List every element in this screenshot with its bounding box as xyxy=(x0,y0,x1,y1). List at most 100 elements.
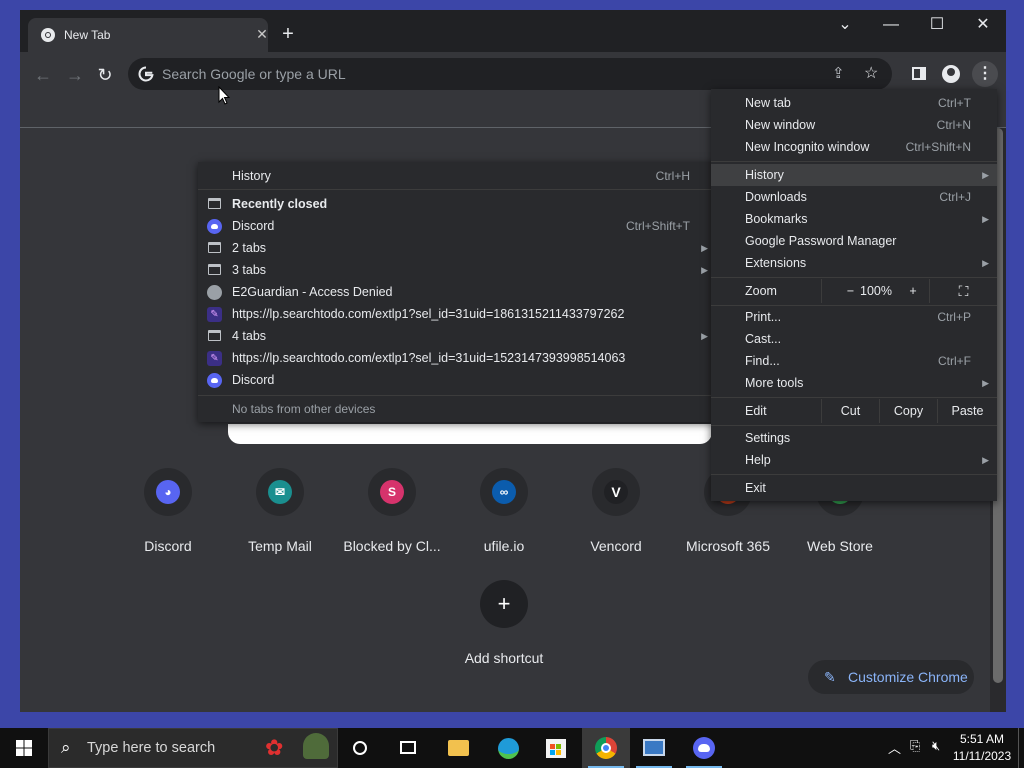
menu-item-downloads[interactable]: Downloads Ctrl+J xyxy=(711,186,997,208)
taskbar-clock[interactable]: 5:51 AM 11/11/2023 xyxy=(952,731,1012,765)
file-explorer-button[interactable] xyxy=(434,728,482,768)
submenu-arrow-icon: ▶ xyxy=(982,170,989,180)
taskbar-search-input[interactable] xyxy=(87,729,257,767)
google-g-icon xyxy=(138,66,154,82)
link-icon: ✎ xyxy=(207,307,222,322)
menu-item-new-window[interactable]: New window Ctrl+N xyxy=(711,114,997,136)
shortcut-vencord[interactable]: V Vencord xyxy=(560,468,672,568)
chrome-icon xyxy=(595,737,617,759)
show-hidden-icons-icon[interactable]: ︿ xyxy=(888,738,901,757)
paste-button[interactable]: Paste xyxy=(937,399,997,423)
history-menu-item[interactable]: History Ctrl+H xyxy=(198,165,716,187)
mouse-cursor-icon xyxy=(218,86,230,105)
menu-item-print[interactable]: Print... Ctrl+P xyxy=(711,306,997,328)
chrome-favicon-icon xyxy=(41,28,55,42)
discord-icon xyxy=(693,737,715,759)
menu-item-edit: Edit Cut Copy Paste xyxy=(711,399,997,423)
close-window-button[interactable]: ✕ xyxy=(960,10,1006,42)
taskbar: ⌕ ✿ ︿ ⎘ 🔇 xyxy=(0,728,1024,768)
side-panel-icon[interactable] xyxy=(912,67,926,80)
share-icon[interactable]: ⇪ xyxy=(832,64,845,82)
menu-item-bookmarks[interactable]: Bookmarks ▶ xyxy=(711,208,997,230)
chrome-taskbar-button[interactable] xyxy=(582,728,630,768)
submenu-arrow-icon: ▶ xyxy=(982,214,989,224)
history-item[interactable]: Discord Ctrl+Shift+T xyxy=(198,215,716,237)
tab-close-icon[interactable]: ✕ xyxy=(252,24,272,44)
cut-button[interactable]: Cut xyxy=(821,399,879,423)
shortcut-label: Discord xyxy=(144,538,192,554)
submenu-arrow-icon: ▶ xyxy=(701,331,708,341)
bookmark-star-icon[interactable]: ☆ xyxy=(864,63,878,83)
task-view-button[interactable] xyxy=(384,728,432,768)
menu-item-new-incognito[interactable]: New Incognito window Ctrl+Shift+N xyxy=(711,136,997,158)
tab-new-tab[interactable]: New Tab ✕ xyxy=(28,18,268,52)
fullscreen-icon[interactable]: ⛶ xyxy=(929,279,997,303)
menu-item-zoom: Zoom − 100% + ⛶ xyxy=(711,279,997,303)
taskbar-search[interactable]: ⌕ ✿ xyxy=(48,728,338,768)
omnibox[interactable]: ⇪ ☆ xyxy=(128,58,892,90)
add-shortcut-button[interactable]: + Add shortcut xyxy=(448,580,560,680)
chrome-menu-icon[interactable]: ⋮ xyxy=(972,61,998,87)
shortcut-label: ufile.io xyxy=(483,538,525,554)
history-item[interactable]: 2 tabs ▶ xyxy=(198,237,716,259)
zoom-in-button[interactable]: + xyxy=(899,279,927,303)
menu-item-settings[interactable]: Settings xyxy=(711,427,997,449)
menu-item-help[interactable]: Help ▶ xyxy=(711,449,997,471)
tab-icon xyxy=(208,264,221,275)
cortana-button[interactable] xyxy=(336,728,384,768)
search-box-edge xyxy=(228,424,712,444)
back-icon[interactable]: ← xyxy=(32,64,54,86)
start-button[interactable] xyxy=(0,728,48,768)
reload-icon[interactable]: ↻ xyxy=(94,64,116,86)
pencil-icon: ✎ xyxy=(824,669,836,685)
show-desktop-button[interactable] xyxy=(1018,728,1024,768)
search-highlight-icon: ✿ xyxy=(265,735,284,760)
menu-item-exit[interactable]: Exit xyxy=(711,477,997,499)
globe-icon xyxy=(207,285,222,300)
tab-title: New Tab xyxy=(64,28,111,42)
customize-chrome-button[interactable]: ✎ Customize Chrome xyxy=(808,660,974,694)
zoom-level: 100% xyxy=(860,284,892,298)
history-item[interactable]: Discord xyxy=(198,369,716,391)
menu-item-password-manager[interactable]: Google Password Manager xyxy=(711,230,997,252)
menu-item-new-tab[interactable]: New tab Ctrl+T xyxy=(711,92,997,114)
forward-icon[interactable]: → xyxy=(64,64,86,86)
copy-button[interactable]: Copy xyxy=(879,399,937,423)
tab-icon xyxy=(208,242,221,253)
discord-icon xyxy=(207,373,222,388)
submenu-arrow-icon: ▶ xyxy=(982,258,989,268)
history-item[interactable]: ✎ https://lp.searchtodo.com/extlp1?sel_i… xyxy=(198,303,716,325)
shortcut-temp-mail[interactable]: ✉ Temp Mail xyxy=(224,468,336,568)
plus-icon: + xyxy=(497,591,511,616)
menu-item-extensions[interactable]: Extensions ▶ xyxy=(711,252,997,274)
menu-item-cast[interactable]: Cast... xyxy=(711,328,997,350)
history-item[interactable]: ✎ https://lp.searchtodo.com/extlp1?sel_i… xyxy=(198,347,716,369)
maximize-button[interactable]: ☐ xyxy=(914,10,960,42)
history-item[interactable]: E2Guardian - Access Denied xyxy=(198,281,716,303)
history-submenu: History Ctrl+H Recently closed Discord C… xyxy=(198,162,716,422)
menu-item-history[interactable]: History ▶ xyxy=(711,164,997,186)
letter-s-icon: S xyxy=(380,480,404,504)
shortcut-label: Temp Mail xyxy=(248,538,312,554)
shortcut-discord[interactable]: ◕ Discord xyxy=(112,468,224,568)
minimize-button[interactable]: — xyxy=(868,10,914,42)
edge-button[interactable] xyxy=(484,728,532,768)
history-item[interactable]: 4 tabs ▶ xyxy=(198,325,716,347)
new-tab-button[interactable]: + xyxy=(278,24,298,44)
menu-item-find[interactable]: Find... Ctrl+F xyxy=(711,350,997,372)
ufile-icon: ∞ xyxy=(492,480,516,504)
network-icon[interactable]: ⎘ xyxy=(910,738,920,754)
profile-avatar-icon[interactable] xyxy=(942,65,960,83)
discord-icon: ◕ xyxy=(156,480,180,504)
volume-muted-icon[interactable]: 🔇︎ xyxy=(932,738,940,754)
remote-desktop-button[interactable] xyxy=(630,728,678,768)
discord-taskbar-button[interactable] xyxy=(680,728,728,768)
store-button[interactable] xyxy=(532,728,580,768)
monitor-icon xyxy=(643,739,665,756)
history-item[interactable]: 3 tabs ▶ xyxy=(198,259,716,281)
shortcut-blocked[interactable]: S Blocked by Cl... xyxy=(336,468,448,568)
menu-item-more-tools[interactable]: More tools ▶ xyxy=(711,372,997,394)
shortcut-ufile[interactable]: ∞ ufile.io xyxy=(448,468,560,568)
address-input[interactable] xyxy=(162,58,822,90)
tab-search-icon[interactable]: ⌄ xyxy=(822,10,868,42)
